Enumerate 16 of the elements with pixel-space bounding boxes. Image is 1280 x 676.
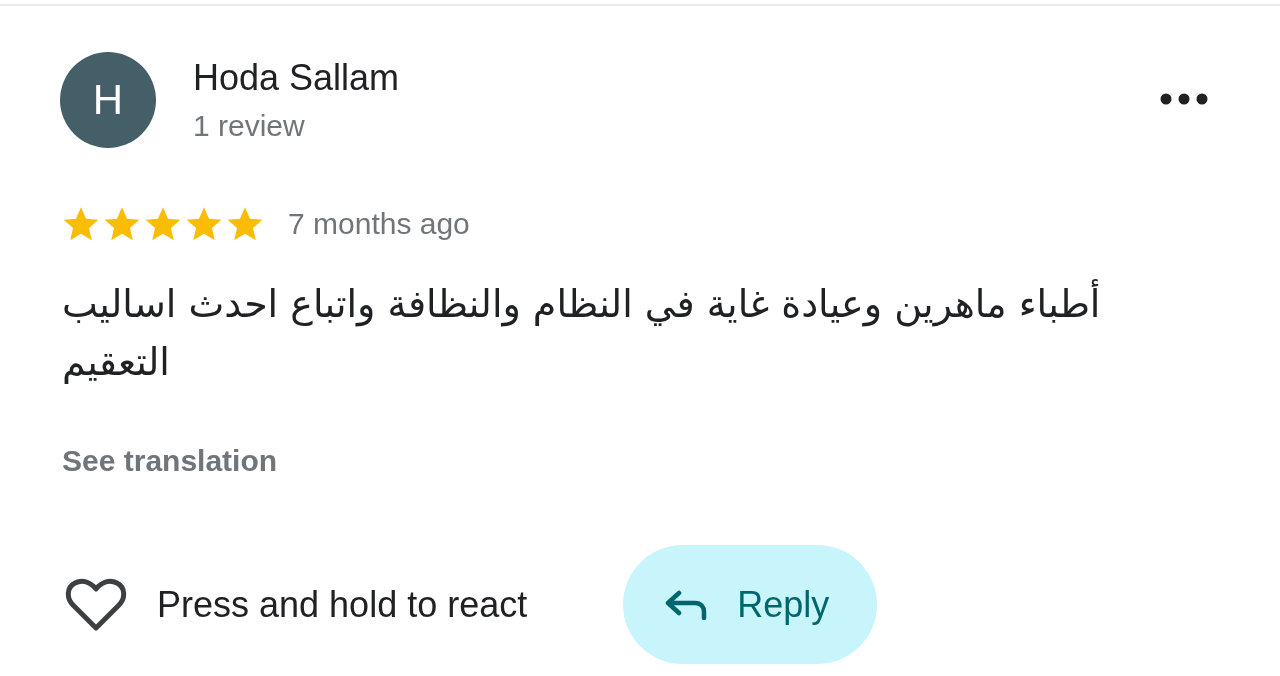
review-text: أطباء ماهرين وعيادة غاية في النظام والنظافة واتباع احدث اساليب التعقيم	[62, 275, 1162, 391]
heart-icon[interactable]	[65, 577, 127, 632]
see-translation-link[interactable]: See translation	[62, 441, 278, 481]
more-options-icon[interactable]	[1160, 93, 1208, 105]
avatar: H	[60, 52, 156, 148]
star-icon	[185, 206, 223, 242]
star-icon	[103, 206, 141, 242]
review-count: 1 review	[193, 108, 306, 144]
reply-button[interactable]: Reply	[623, 545, 878, 664]
react-hint: Press and hold to react	[157, 582, 528, 627]
reviewer-name: Hoda Sallam	[193, 56, 400, 100]
star-icon	[226, 206, 264, 242]
review-time: 7 months ago	[288, 206, 470, 242]
star-icon	[62, 206, 100, 242]
star-icon	[144, 206, 182, 242]
reply-arrow-icon	[665, 589, 708, 620]
